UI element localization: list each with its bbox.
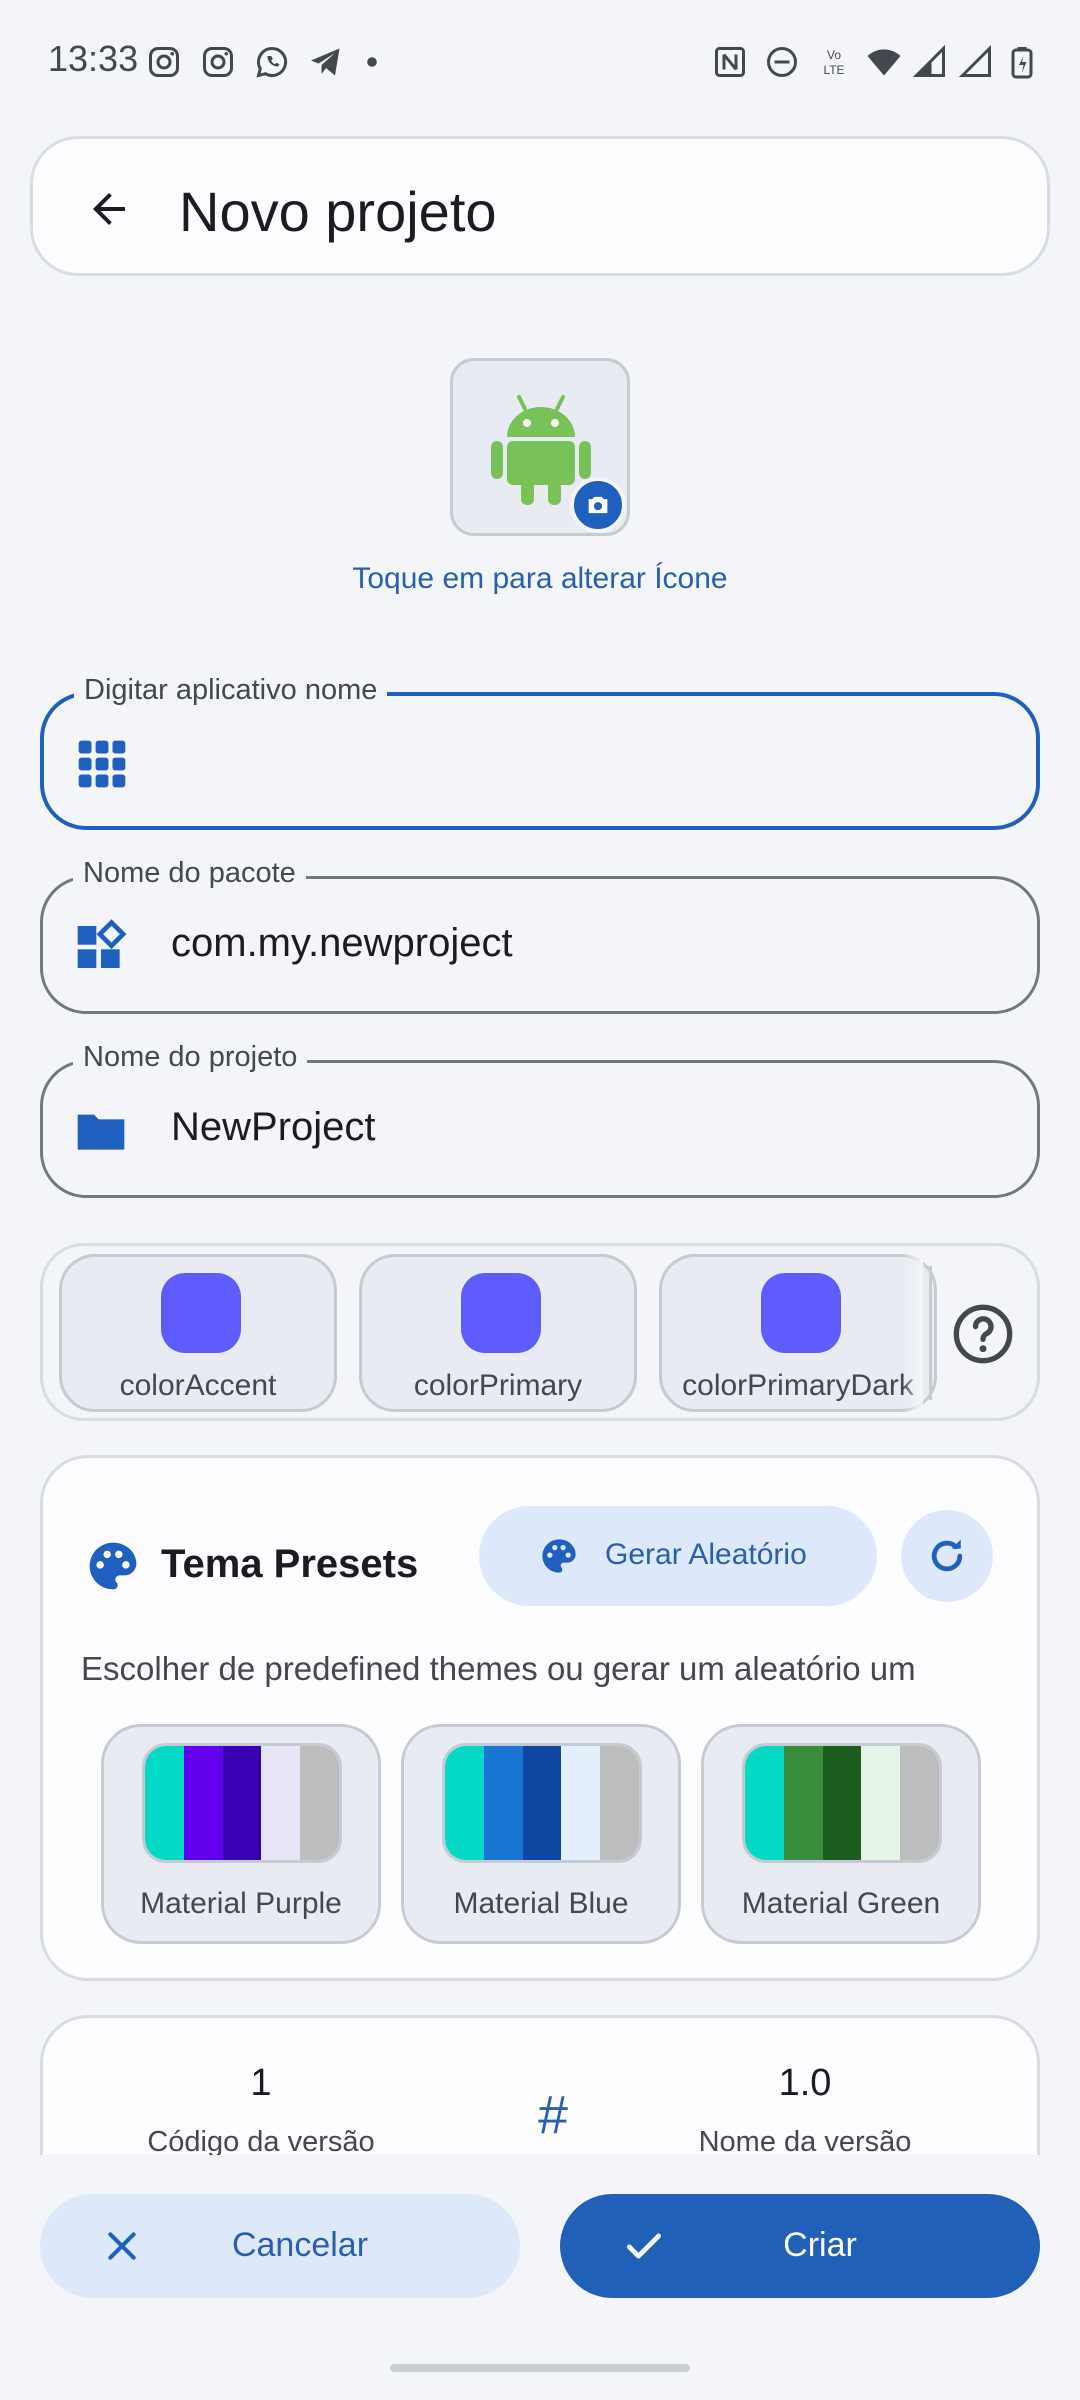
nfc-icon <box>715 47 745 77</box>
page-title: Novo projeto <box>179 180 497 243</box>
theme-presets-card: Tema Presets Gerar Aleatório Escolher de… <box>40 1455 1040 1981</box>
generate-random-label: Gerar Aleatório <box>605 1538 807 1571</box>
preset-color-band <box>561 1746 601 1860</box>
color-swatch <box>761 1273 841 1353</box>
preset-color-band <box>822 1746 862 1860</box>
version-card: 1 Código da versão # 1.0 Nome da versão <box>40 2015 1040 2155</box>
preset-color-band <box>445 1746 484 1860</box>
app-name-label: Digitar aplicativo nome <box>74 674 388 707</box>
preset-material-blue[interactable]: Material Blue <box>401 1724 681 1944</box>
preset-color-strip <box>742 1743 942 1863</box>
version-name-value[interactable]: 1.0 <box>655 2062 955 2105</box>
svg-text:LTE: LTE <box>823 63 844 77</box>
wifi-icon <box>867 49 901 76</box>
version-code-label: Código da versão <box>147 2126 375 2155</box>
create-button[interactable]: Criar <box>560 2194 1040 2298</box>
divider <box>929 1266 932 1400</box>
preset-color-strip <box>142 1743 342 1863</box>
cancel-button[interactable]: Cancelar <box>40 2194 520 2298</box>
color-chip-label: colorAccent <box>119 1369 277 1402</box>
preset-material-purple[interactable]: Material Purple <box>101 1724 381 1944</box>
preset-color-band <box>900 1746 939 1860</box>
preset-color-band <box>745 1746 784 1860</box>
color-chip-label: colorPrimary <box>413 1369 583 1402</box>
presets-title: Tema Presets <box>161 1542 419 1586</box>
project-name-value: NewProject <box>171 1105 376 1149</box>
preset-color-band <box>222 1746 262 1860</box>
preset-label: Material Green <box>741 1887 941 1920</box>
telegram-icon <box>311 48 340 76</box>
palette-icon <box>89 1542 137 1590</box>
create-label: Criar <box>783 2226 857 2264</box>
color-chip-accent[interactable]: colorAccent <box>59 1254 337 1412</box>
preset-color-band <box>783 1746 823 1860</box>
hash-icon: # <box>537 2085 569 2145</box>
preset-color-strip <box>442 1743 642 1863</box>
presets-description: Escolher de predefined themes ou gerar u… <box>81 1650 916 1687</box>
signal-icon <box>958 44 991 77</box>
color-selector-card: colorAccent colorPrimary colorPrimaryDar… <box>40 1243 1040 1421</box>
refresh-button[interactable] <box>901 1510 993 1602</box>
top-app-bar: Novo projeto <box>30 136 1050 276</box>
change-icon-hint[interactable]: Toque em para alterar Ícone <box>0 562 1080 596</box>
camera-icon <box>588 496 608 514</box>
help-circle-icon[interactable] <box>951 1302 1015 1366</box>
back-button[interactable] <box>73 173 145 245</box>
package-name-label: Nome do pacote <box>73 857 306 890</box>
preset-color-band <box>522 1746 562 1860</box>
volte-icon: VoLTE <box>823 48 844 77</box>
version-code-value[interactable]: 1 <box>111 2062 411 2105</box>
version-name-label: Nome da versão <box>698 2126 912 2155</box>
apps-grid-icon <box>78 740 126 788</box>
preset-color-band <box>183 1746 223 1860</box>
svg-text:Vo: Vo <box>827 48 841 62</box>
generate-random-button[interactable]: Gerar Aleatório <box>479 1506 877 1606</box>
signal-icon <box>912 44 945 77</box>
version-section: 1 Código da versão # 1.0 Nome da versão <box>0 2000 1080 2155</box>
refresh-icon <box>931 1539 963 1572</box>
color-swatch <box>461 1273 541 1353</box>
color-chip-primary-dark[interactable]: colorPrimaryDark <box>659 1254 937 1412</box>
project-name-field[interactable]: Nome do projeto NewProject <box>40 1041 1040 1198</box>
package-name-value: com.my.newproject <box>171 921 513 965</box>
preset-color-band <box>483 1746 523 1860</box>
battery-icon <box>1011 47 1033 79</box>
arrow-back-icon <box>93 193 125 225</box>
cancel-label: Cancelar <box>231 2226 369 2264</box>
preset-color-band <box>861 1746 901 1860</box>
project-name-label: Nome do projeto <box>73 1041 308 1074</box>
app-name-input[interactable] <box>172 738 992 783</box>
gesture-nav-handle[interactable] <box>390 2364 690 2372</box>
preset-label: Material Blue <box>453 1887 629 1920</box>
dnd-icon <box>767 47 797 77</box>
color-swatch <box>161 1273 241 1353</box>
folder-icon <box>77 1114 125 1150</box>
widgets-icon <box>77 919 127 968</box>
preset-color-band <box>261 1746 301 1860</box>
instagram-icon <box>149 47 179 77</box>
instagram-icon <box>203 47 233 77</box>
scroll-fade <box>903 1246 923 1418</box>
status-time: 13:33 <box>48 38 139 79</box>
preset-material-green[interactable]: Material Green <box>701 1724 981 1944</box>
preset-label: Material Purple <box>140 1887 342 1920</box>
preset-color-band <box>145 1746 184 1860</box>
package-name-field[interactable]: Nome do pacote com.my.newproject <box>40 857 1040 1014</box>
dot-icon <box>367 57 377 67</box>
palette-icon <box>542 1539 576 1573</box>
whatsapp-icon <box>256 46 288 78</box>
status-bar: 13:33 Vo LTE <box>0 0 1080 124</box>
camera-badge[interactable] <box>570 477 626 533</box>
app-name-field[interactable]: Digitar aplicativo nome <box>40 674 1040 830</box>
preset-color-band <box>600 1746 639 1860</box>
color-chip-label: colorPrimaryDark <box>682 1369 914 1402</box>
color-chip-primary[interactable]: colorPrimary <box>359 1254 637 1412</box>
preset-color-band <box>300 1746 339 1860</box>
